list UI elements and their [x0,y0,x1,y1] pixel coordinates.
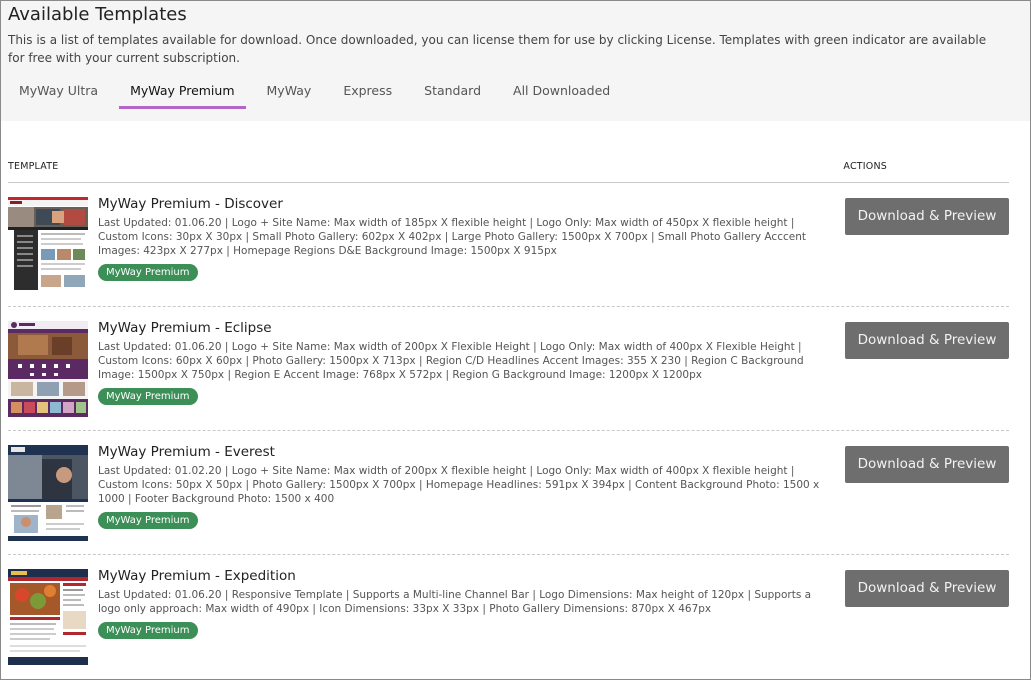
column-header-actions: ACTIONS [843,161,887,172]
table-header: TEMPLATE ACTIONS [8,121,1009,183]
template-tabs: MyWay Ultra MyWay Premium MyWay Express … [8,82,1023,109]
template-info: MyWay Premium - Expedition Last Updated:… [98,567,833,639]
table-row: MyWay Premium - Eclipse Last Updated: 01… [8,307,1009,431]
table-row: MyWay Premium - Expedition Last Updated:… [8,555,1009,679]
page-header: Available Templates This is a list of te… [1,1,1030,121]
template-name: MyWay Premium - Eclipse [98,320,272,336]
column-header-template: TEMPLATE [8,161,59,172]
template-thumbnail-discover [8,197,88,293]
subscription-badge: MyWay Premium [98,388,198,405]
template-details: Last Updated: 01.06.20 | Logo + Site Nam… [98,341,804,381]
template-info: MyWay Premium - Eclipse Last Updated: 01… [98,319,833,405]
download-preview-button[interactable]: Download & Preview [845,198,1009,235]
tab-express[interactable]: Express [332,82,403,109]
table-row: MyWay Premium - Everest Last Updated: 01… [8,431,1009,555]
templates-panel: Available Templates This is a list of te… [0,0,1031,680]
template-thumbnail-expedition [8,569,88,665]
subscription-badge: MyWay Premium [98,264,198,281]
template-details: Last Updated: 01.02.20 | Logo + Site Nam… [98,465,820,505]
download-preview-button[interactable]: Download & Preview [845,322,1009,359]
download-preview-button[interactable]: Download & Preview [845,570,1009,607]
download-preview-button[interactable]: Download & Preview [845,446,1009,483]
template-info: MyWay Premium - Discover Last Updated: 0… [98,195,833,281]
template-name: MyWay Premium - Expedition [98,568,296,584]
tab-all-downloaded[interactable]: All Downloaded [502,82,621,109]
subscription-badge: MyWay Premium [98,622,198,639]
subscription-badge: MyWay Premium [98,512,198,529]
templates-table: TEMPLATE ACTIONS MyWay Premium - Discove… [1,121,1030,679]
page-description: This is a list of templates available fo… [8,33,987,65]
template-thumbnail-eclipse [8,321,88,417]
template-details: Last Updated: 01.06.20 | Responsive Temp… [98,589,812,615]
table-row: MyWay Premium - Discover Last Updated: 0… [8,183,1009,307]
tab-myway-ultra[interactable]: MyWay Ultra [8,82,109,109]
template-thumbnail-everest [8,445,88,541]
tab-myway[interactable]: MyWay [256,82,323,109]
tab-standard[interactable]: Standard [413,82,492,109]
template-info: MyWay Premium - Everest Last Updated: 01… [98,443,833,529]
template-name: MyWay Premium - Everest [98,444,275,460]
page-title: Available Templates [8,4,187,25]
template-details: Last Updated: 01.06.20 | Logo + Site Nam… [98,217,806,257]
tab-myway-premium[interactable]: MyWay Premium [119,82,246,109]
template-name: MyWay Premium - Discover [98,196,283,212]
